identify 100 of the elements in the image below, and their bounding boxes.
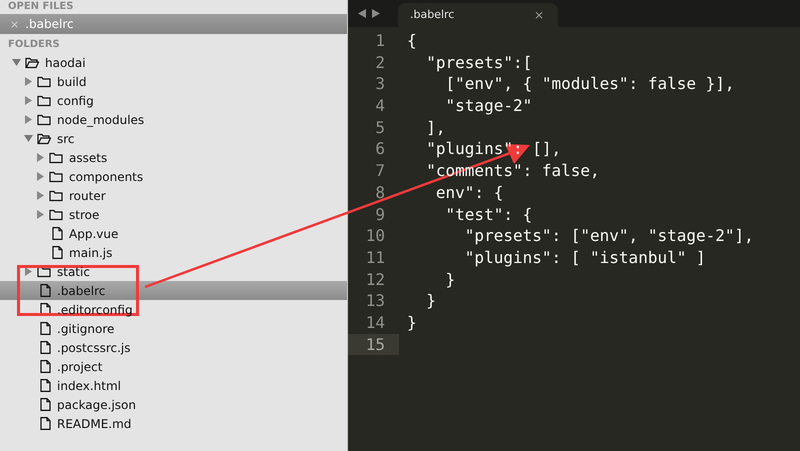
file-icon xyxy=(40,341,51,354)
tree-item-label: .babelrc xyxy=(57,282,106,300)
tree-item-label: index.html xyxy=(57,378,121,394)
file-icon xyxy=(52,246,63,259)
tree-item[interactable]: package.json xyxy=(0,395,347,414)
open-folder-icon xyxy=(37,132,51,144)
tree-item-label: config xyxy=(57,92,94,110)
tree-item-label: components xyxy=(69,168,144,186)
tree-item[interactable]: assets xyxy=(0,148,347,167)
tree-item[interactable]: components xyxy=(0,167,347,186)
tree-item[interactable]: haodai xyxy=(0,53,347,72)
collapsed-arrow-icon[interactable] xyxy=(24,77,33,86)
line-number: 1 xyxy=(374,30,386,52)
line-number: 15 xyxy=(348,334,399,356)
file-icon xyxy=(40,379,51,392)
folder-icon xyxy=(37,114,51,126)
back-arrow-icon[interactable] xyxy=(358,9,366,18)
tree-item-label: .postcssrc.js xyxy=(57,340,130,356)
folder-icon xyxy=(49,152,63,164)
expanded-arrow-icon[interactable] xyxy=(24,134,33,143)
line-number: 6 xyxy=(374,138,386,160)
code-line: "presets":[ xyxy=(425,52,532,74)
tree-item[interactable]: node_modules xyxy=(0,110,347,129)
collapsed-arrow-icon[interactable] xyxy=(36,153,45,162)
code-line: } xyxy=(444,268,456,290)
folder-icon xyxy=(37,94,51,106)
file-icon xyxy=(40,322,51,335)
code-line: env": { xyxy=(434,182,504,204)
line-number: 14 xyxy=(364,312,386,334)
line-number: 11 xyxy=(364,246,386,269)
file-icon xyxy=(40,417,51,430)
line-number: 4 xyxy=(374,95,386,117)
tree-item-label: package.json xyxy=(57,396,136,414)
code-line: } xyxy=(425,290,436,312)
tree-item[interactable]: .editorconfig xyxy=(0,300,347,319)
line-number: 9 xyxy=(374,204,386,226)
tree-item-label: node_modules xyxy=(57,112,144,128)
code-line: } xyxy=(406,312,417,334)
tree-item-label: static xyxy=(57,264,90,280)
open-file-label: .babelrc xyxy=(25,16,74,33)
close-icon[interactable]: × xyxy=(534,9,544,21)
tree-item-label: main.js xyxy=(69,244,112,262)
tree-item[interactable]: router xyxy=(0,186,347,205)
line-number: 8 xyxy=(374,182,386,204)
file-icon xyxy=(40,398,51,411)
tab-label: .babelrc xyxy=(410,6,454,23)
forward-arrow-icon[interactable] xyxy=(372,9,380,18)
collapsed-arrow-icon[interactable] xyxy=(24,96,33,105)
line-number: 7 xyxy=(374,160,386,182)
file-icon xyxy=(40,303,51,316)
tree-item[interactable]: index.html xyxy=(0,376,347,395)
tree-item-label: .gitignore xyxy=(57,320,114,338)
section-header: FOLDERS xyxy=(7,38,61,52)
code-line: ["env", { "modules": false }], xyxy=(444,73,735,96)
folder-icon xyxy=(49,208,63,220)
tree-item-label: router xyxy=(69,188,106,204)
tree-item-label: README.md xyxy=(57,416,132,432)
tree-item[interactable]: .gitignore xyxy=(0,319,347,338)
tree-item[interactable]: static xyxy=(0,262,347,281)
tree-item-label: .editorconfig xyxy=(57,302,133,318)
code-line: "plugins": [ "istanbul" ] xyxy=(464,246,706,269)
tree-item[interactable]: build xyxy=(0,72,347,91)
tree-item[interactable]: src xyxy=(0,129,347,148)
collapsed-arrow-icon[interactable] xyxy=(36,172,45,181)
file-icon xyxy=(52,227,63,240)
expanded-arrow-icon[interactable] xyxy=(12,58,21,67)
folder-icon xyxy=(37,266,51,278)
line-number: 5 xyxy=(374,116,386,138)
tree-item[interactable]: .postcssrc.js xyxy=(0,338,347,357)
line-number: 2 xyxy=(374,52,386,74)
folder-icon xyxy=(49,170,63,182)
editor-tab[interactable]: .babelrc × xyxy=(398,3,558,27)
collapsed-arrow-icon[interactable] xyxy=(36,210,45,219)
tree-item-label: build xyxy=(57,74,87,90)
tree-item[interactable]: README.md xyxy=(0,414,347,433)
tree-item[interactable]: .babelrc xyxy=(0,281,347,300)
tree-item[interactable]: main.js xyxy=(0,243,347,262)
tree-item-label: stroe xyxy=(69,206,100,224)
tree-item-label: assets xyxy=(69,150,108,166)
line-number: 12 xyxy=(364,268,386,290)
collapsed-arrow-icon[interactable] xyxy=(24,115,33,124)
tree-item[interactable]: .project xyxy=(0,357,347,376)
code-line: "stage-2" xyxy=(444,95,532,117)
code-line: "test": { xyxy=(444,204,532,226)
tree-item[interactable]: config xyxy=(0,91,347,110)
line-number: 3 xyxy=(374,73,386,96)
collapsed-arrow-icon[interactable] xyxy=(24,267,33,276)
tree-item-label: .project xyxy=(57,358,102,376)
code-line: "presets": ["env", "stage-2"], xyxy=(464,225,754,247)
tree-item-label: App.vue xyxy=(69,226,118,242)
code-line: ], xyxy=(425,116,446,138)
line-number: 13 xyxy=(364,290,386,312)
tree-item-label: src xyxy=(57,130,75,148)
tree-item-label: haodai xyxy=(45,54,86,72)
collapsed-arrow-icon[interactable] xyxy=(36,191,45,200)
tree-item[interactable]: stroe xyxy=(0,205,347,224)
file-icon xyxy=(40,284,51,297)
section-header: OPEN FILES xyxy=(7,0,74,14)
tree-item[interactable]: App.vue xyxy=(0,224,347,243)
folder-icon xyxy=(37,76,51,88)
